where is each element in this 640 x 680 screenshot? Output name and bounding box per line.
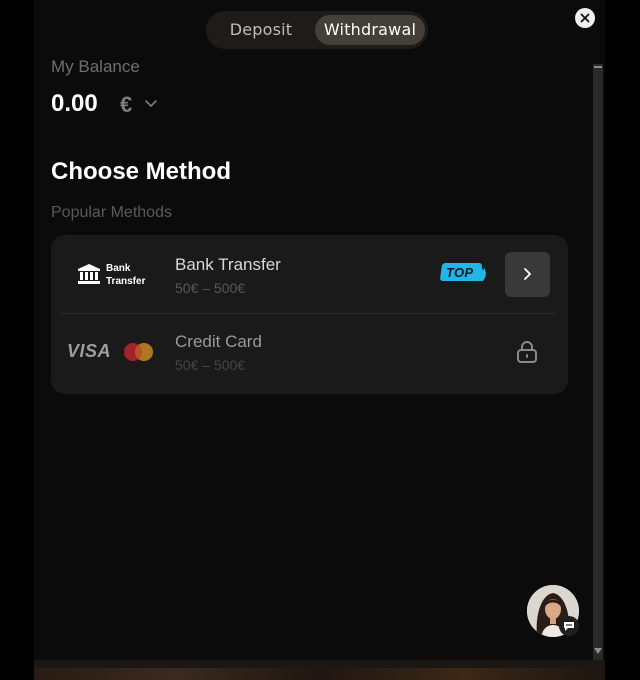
chevron-down-icon — [145, 100, 157, 107]
bank-transfer-logo: Bank Transfer — [77, 261, 147, 291]
payment-tabs: Deposit Withdrawal — [206, 11, 428, 49]
scrollbar-thumb[interactable] — [594, 66, 602, 68]
balance-label: My Balance — [51, 57, 140, 76]
support-chat-button[interactable] — [527, 585, 579, 637]
payment-methods-list: Bank Transfer Bank Transfer 50€ – 500€ T… — [51, 235, 568, 394]
scroll-down-arrow[interactable] — [594, 648, 602, 654]
method-name: Bank Transfer — [175, 255, 281, 274]
tab-deposit[interactable]: Deposit — [214, 15, 308, 45]
close-icon — [580, 13, 590, 23]
flame-icon — [475, 265, 486, 282]
chat-icon — [564, 622, 574, 631]
visa-logo: VISA — [67, 341, 112, 361]
section-title: Choose Method — [51, 158, 231, 185]
tab-withdrawal[interactable]: Withdrawal — [315, 15, 425, 45]
top-badge-label: TOP — [446, 265, 474, 280]
lock-icon — [517, 341, 537, 363]
select-bank-transfer-button[interactable] — [505, 252, 550, 297]
balance-amount: 0.00 — [51, 90, 98, 117]
top-badge: TOP — [439, 259, 489, 285]
method-range: 50€ – 500€ — [175, 357, 246, 373]
method-name: Credit Card — [175, 332, 262, 351]
section-subtitle: Popular Methods — [51, 204, 172, 221]
method-range: 50€ – 500€ — [175, 280, 246, 296]
withdrawal-modal-page: Deposit Withdrawal My Balance 0.00 € Cho… — [0, 0, 640, 680]
currency-symbol: € — [120, 92, 133, 117]
bank-logo-line1: Bank — [106, 263, 131, 274]
mastercard-icon — [124, 343, 153, 361]
bank-icon — [78, 264, 100, 284]
background-strip — [34, 660, 605, 680]
scrollbar-track[interactable] — [593, 64, 603, 660]
card-logos: VISA — [67, 340, 157, 366]
bank-logo-line2: Transfer — [106, 276, 146, 287]
method-bank-transfer[interactable]: Bank Transfer Bank Transfer 50€ – 500€ T… — [51, 235, 568, 313]
chat-bubble — [559, 616, 579, 636]
close-button[interactable] — [575, 8, 595, 28]
chevron-right-icon — [524, 268, 531, 280]
method-credit-card: VISA Credit Card 50€ – 500€ — [51, 314, 568, 392]
